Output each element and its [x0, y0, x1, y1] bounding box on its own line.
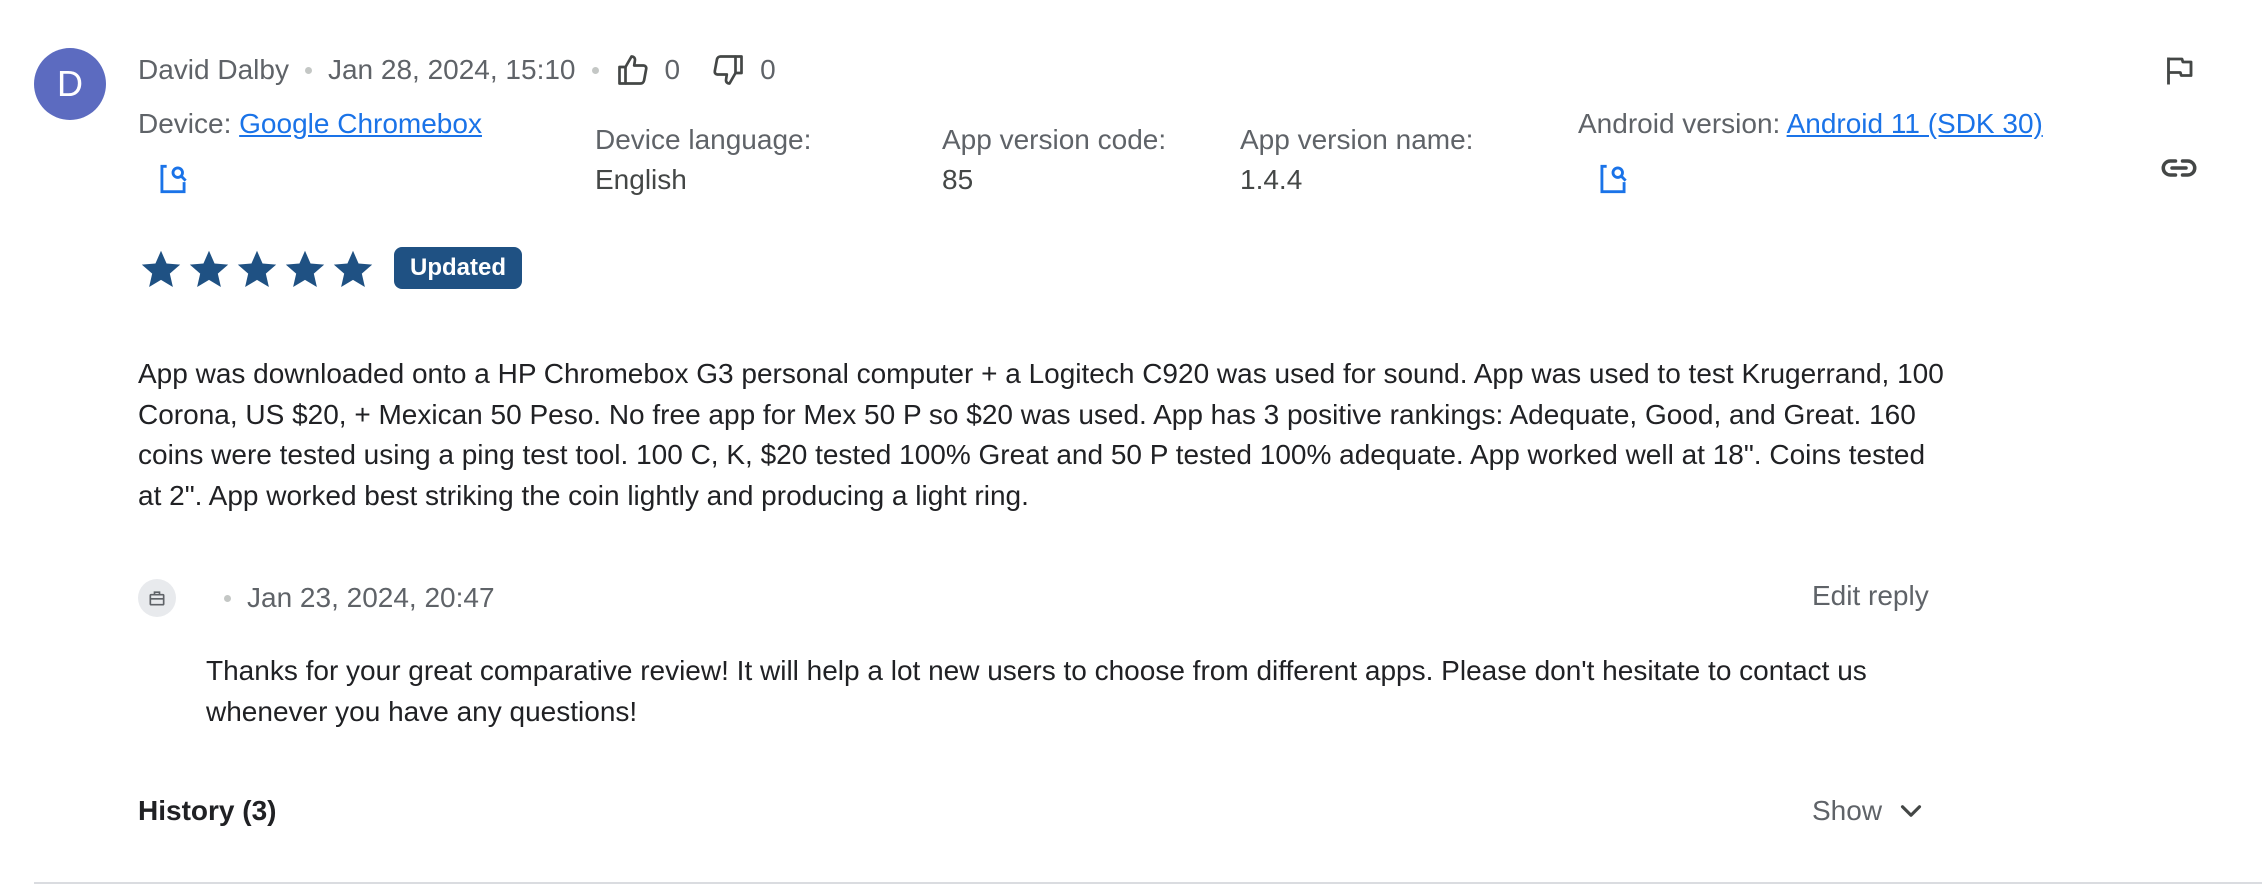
device-label: Device:	[138, 108, 232, 139]
app-version-name-label: App version name:	[1240, 124, 1474, 155]
app-version-name-info: App version name: 1.4.4	[1240, 120, 1473, 200]
android-version-link[interactable]: Android 11 (SDK 30)	[1787, 108, 2043, 139]
review-text: App was downloaded onto a HP Chromebox G…	[138, 358, 1944, 511]
app-version-name-value: 1.4.4	[1240, 164, 1303, 195]
app-version-code-label: App version code:	[942, 124, 1167, 155]
reply-text: Thanks for your great comparative review…	[206, 655, 1867, 727]
thumbs-down-count: 0	[760, 54, 776, 85]
history-label: History (3)	[138, 795, 277, 826]
developer-avatar	[138, 579, 176, 617]
thumbs-up-icon	[617, 55, 648, 85]
review-date: Jan 28, 2024, 15:10	[327, 54, 576, 85]
edit-reply-button[interactable]: Edit reply	[1812, 580, 1929, 612]
separator-dot	[591, 66, 599, 74]
app-version-code-value: 85	[942, 164, 974, 195]
chevron-down-icon	[1900, 805, 1922, 817]
report-button[interactable]	[2156, 48, 2202, 94]
reply-header: Jan 23, 2024, 20:47	[138, 578, 495, 618]
android-version-label: Android version:	[1578, 108, 1781, 139]
separator-dot	[224, 594, 231, 602]
updated-badge: Updated	[394, 247, 522, 289]
review-card: D David Dalby Jan 28, 2024, 15:10 0 0 De…	[0, 0, 2262, 890]
flag-icon	[2167, 57, 2193, 85]
android-version-info: Android version: Android 11 (SDK 30)	[1578, 104, 2043, 144]
avatar: D	[34, 48, 106, 120]
star-icon	[285, 250, 325, 288]
link-icon	[2161, 159, 2197, 177]
device-info: Device: Google Chromebox	[138, 104, 482, 144]
device-language-label: Device language:	[595, 124, 812, 155]
app-version-code-info: App version code: 85	[942, 120, 1166, 200]
star-icon	[333, 250, 373, 288]
separator-dot	[304, 66, 312, 74]
copy-link-button[interactable]	[2156, 145, 2202, 191]
star-rating	[138, 246, 376, 292]
author-name: David Dalby	[138, 54, 289, 85]
reply-date: Jan 23, 2024, 20:47	[247, 582, 495, 613]
review-header: David Dalby Jan 28, 2024, 15:10 0 0	[138, 50, 776, 90]
show-label: Show	[1812, 795, 1883, 826]
search-document-icon[interactable]	[154, 160, 192, 198]
thumbs-up-button[interactable]: 0	[615, 52, 681, 88]
thumbs-down-button[interactable]: 0	[710, 52, 776, 88]
divider	[34, 882, 2262, 884]
device-language-info: Device language: English	[595, 120, 811, 200]
star-icon	[141, 250, 181, 288]
star-icon	[237, 250, 277, 288]
thumbs-down-icon	[713, 55, 743, 85]
device-language-value: English	[595, 164, 687, 195]
thumbs-up-count: 0	[664, 54, 681, 85]
show-history-button[interactable]: Show	[1812, 794, 1928, 828]
device-link[interactable]: Google Chromebox	[239, 108, 482, 139]
developer-icon	[149, 591, 165, 606]
star-icon	[189, 250, 229, 288]
search-document-icon[interactable]	[1594, 160, 1632, 198]
